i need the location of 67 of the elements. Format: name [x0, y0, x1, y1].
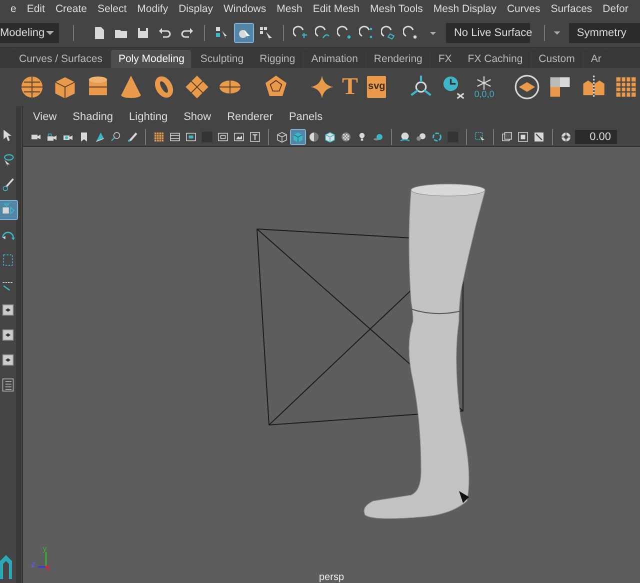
- caret-icon: [45, 28, 56, 36]
- panel-menu-item[interactable]: Lighting: [129, 111, 168, 123]
- menu-item[interactable]: Edit Mesh: [312, 3, 360, 15]
- menu-item[interactable]: Display: [178, 3, 214, 15]
- asterisk-icon: [475, 76, 494, 90]
- shelf-tab[interactable]: Poly Modeling: [111, 50, 192, 68]
- wireframe-shaded-cube-icon[interactable]: [323, 130, 337, 144]
- dashed-ring-icon[interactable]: [430, 130, 444, 144]
- panel-menu-item[interactable]: Panels: [288, 111, 323, 123]
- xray-component-icon[interactable]: [532, 130, 546, 144]
- logo-icon: [0, 555, 12, 579]
- zoom-icon[interactable]: [109, 130, 123, 144]
- checker-sphere-icon[interactable]: [339, 130, 353, 144]
- text-frame-icon[interactable]: [248, 130, 262, 144]
- plane-icon[interactable]: [183, 73, 211, 101]
- caret-icon[interactable]: [552, 28, 561, 36]
- menu-item[interactable]: Edit: [26, 3, 45, 15]
- exposure-field[interactable]: 0.00: [575, 130, 617, 144]
- motion-blur-icon[interactable]: [414, 130, 428, 144]
- menu-item[interactable]: Create: [55, 3, 87, 15]
- menu-item[interactable]: Windows: [224, 3, 266, 15]
- menu-item[interactable]: Curves: [506, 3, 540, 15]
- star-icon[interactable]: [308, 73, 336, 101]
- menu-item[interactable]: Surfaces: [550, 3, 592, 15]
- brush-icon[interactable]: [0, 176, 17, 194]
- camera-label: persp: [318, 572, 345, 583]
- menu-item[interactable]: Mesh Tools: [370, 3, 423, 15]
- freeze-transform-button[interactable]: 0,0,0: [473, 74, 496, 100]
- image-icon[interactable]: [232, 130, 246, 144]
- layers-icon[interactable]: [513, 73, 542, 101]
- film-gate-icon[interactable]: [168, 130, 182, 144]
- svg-tool-button[interactable]: svg: [367, 76, 386, 98]
- menu-item[interactable]: e: [10, 3, 16, 15]
- field-chart-icon[interactable]: [216, 130, 230, 144]
- object-select-icon[interactable]: [234, 24, 253, 42]
- live-surface-field[interactable]: No Live Surface: [446, 22, 530, 42]
- menu-item[interactable]: Mesh: [276, 3, 302, 15]
- wireframe-cube-icon[interactable]: [275, 130, 289, 144]
- menu-item[interactable]: Modify: [137, 3, 168, 15]
- mode-dropdown[interactable]: Modeling: [0, 22, 60, 42]
- menu-item[interactable]: Defor: [602, 3, 628, 15]
- magnet-surface-icon[interactable]: [380, 24, 398, 42]
- isolate-select-icon[interactable]: [473, 130, 487, 144]
- menu-item[interactable]: Mesh Display: [433, 3, 496, 15]
- list-icon[interactable]: [0, 376, 17, 394]
- xray-icon[interactable]: [500, 130, 514, 144]
- magnet-point-icon[interactable]: [336, 24, 354, 42]
- resolution-gate-icon[interactable]: [184, 130, 198, 144]
- pencil-icon[interactable]: [125, 130, 139, 144]
- panel-menu-item[interactable]: Show: [184, 111, 212, 123]
- magnet-icon[interactable]: [402, 24, 420, 42]
- aperture-icon[interactable]: [559, 130, 573, 144]
- image-plane-icon[interactable]: [93, 130, 107, 144]
- layout-icon[interactable]: [0, 301, 17, 319]
- panel-menu-item[interactable]: View: [33, 111, 57, 123]
- layout-icon[interactable]: [0, 326, 17, 344]
- scale-icon[interactable]: [0, 201, 17, 219]
- grid-icon[interactable]: [152, 130, 166, 144]
- layout-icon[interactable]: [0, 351, 17, 369]
- symmetry-dropdown[interactable]: Symmetry: [568, 22, 640, 42]
- panel-menu-item[interactable]: Renderer: [227, 111, 273, 123]
- panel-menu-item[interactable]: Shading: [72, 111, 114, 123]
- half-sphere-icon[interactable]: [307, 130, 321, 144]
- text-tool-button[interactable]: T: [341, 73, 360, 101]
- menu-item[interactable]: Select: [97, 3, 127, 15]
- magnet-curve-icon[interactable]: [314, 24, 332, 42]
- xray-joint-icon[interactable]: [516, 130, 530, 144]
